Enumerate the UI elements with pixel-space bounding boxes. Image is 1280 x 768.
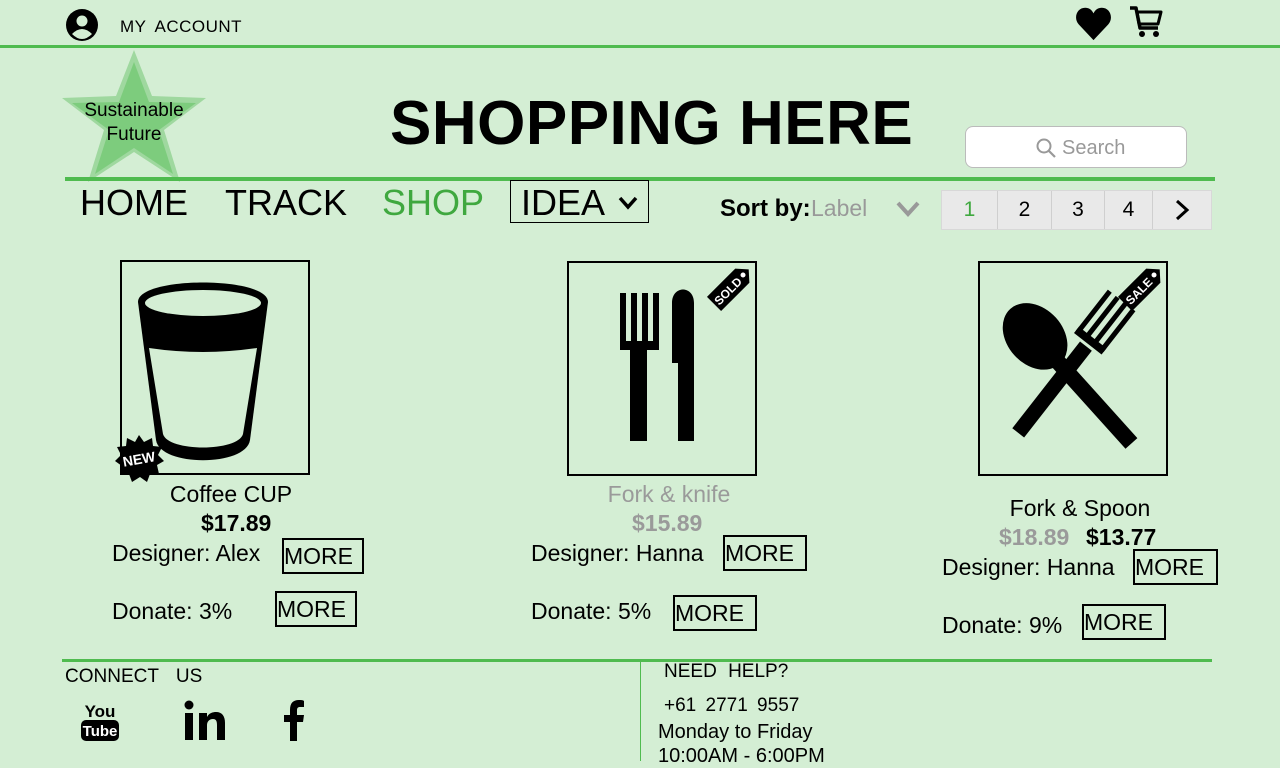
account-icon[interactable] (65, 8, 99, 42)
search-icon (1036, 138, 1056, 158)
need-help-heading: NEED HELP? (664, 661, 789, 682)
sale-tag-icon: SALE (1117, 268, 1161, 312)
chevron-right-icon (1175, 199, 1190, 221)
designer-text: Designer: Hanna (942, 554, 1115, 580)
donate-text: Donate: 9% (942, 612, 1063, 638)
linkedin-icon[interactable] (184, 700, 228, 742)
nav-idea-label: IDEA (521, 182, 606, 223)
my-account-link[interactable]: MY ACCOUNT (120, 17, 242, 37)
nav-idea-dropdown[interactable]: IDEA (510, 180, 649, 223)
pagination: 1 2 3 4 (941, 190, 1212, 230)
nav-home[interactable]: HOME (80, 182, 188, 224)
designer-more-button[interactable]: MORE (1133, 549, 1218, 585)
heart-icon[interactable] (1075, 5, 1112, 42)
help-days: Monday to Friday (658, 721, 813, 743)
product-price: $17.89 (201, 510, 272, 536)
product-old-price: $18.89 (999, 524, 1070, 550)
page-1-button[interactable]: 1 (942, 191, 998, 229)
product-name[interactable]: Fork & knife (559, 481, 779, 508)
help-hours: 10:00AM - 6:00PM (658, 745, 825, 767)
search-input[interactable]: Search (965, 126, 1187, 168)
donate-more-button[interactable]: MORE (275, 591, 357, 627)
chevron-down-icon (618, 196, 638, 210)
page-2-button[interactable]: 2 (998, 191, 1052, 229)
chevron-down-icon[interactable] (895, 199, 921, 219)
cart-icon[interactable] (1128, 4, 1164, 40)
connect-us-heading: CONNECT US (65, 666, 203, 687)
designer-text: Designer: Alex (112, 540, 261, 566)
donate-more-button[interactable]: MORE (1082, 604, 1166, 640)
svg-text:Tube: Tube (83, 723, 118, 740)
next-page-button[interactable] (1153, 191, 1211, 229)
sold-tag-icon: SOLD (706, 268, 750, 312)
product-price: $15.89 (632, 510, 703, 536)
product-price: $13.77 (1086, 524, 1157, 550)
nav-shop[interactable]: SHOP (382, 182, 484, 224)
product-name[interactable]: Fork & Spoon (970, 495, 1190, 522)
donate-text: Donate: 5% (531, 598, 652, 624)
search-placeholder: Search (1062, 137, 1126, 159)
youtube-icon[interactable]: You Tube (80, 700, 120, 742)
sustainable-future-badge: Sustainable Future (84, 100, 184, 145)
footer-vertical-divider (640, 660, 641, 761)
help-phone-number[interactable]: +61 2771 9557 (664, 695, 799, 717)
footer-divider (62, 659, 1212, 662)
new-badge-icon: NEW (115, 435, 164, 482)
page-4-button[interactable]: 4 (1105, 191, 1153, 229)
page-title: SHOPPING HERE (390, 89, 914, 158)
designer-text: Designer: Hanna (531, 540, 704, 566)
donate-text: Donate: 3% (112, 598, 233, 624)
svg-text:You: You (85, 702, 116, 721)
page-3-button[interactable]: 3 (1052, 191, 1105, 229)
sort-label: Sort by: (720, 195, 811, 222)
designer-more-button[interactable]: MORE (282, 538, 364, 574)
nav-track[interactable]: TRACK (225, 182, 347, 224)
designer-more-button[interactable]: MORE (723, 535, 807, 571)
product-name[interactable]: Coffee CUP (121, 481, 341, 508)
donate-more-button[interactable]: MORE (673, 595, 757, 631)
facebook-icon[interactable] (282, 700, 306, 742)
sort-select[interactable]: Label (811, 195, 867, 222)
